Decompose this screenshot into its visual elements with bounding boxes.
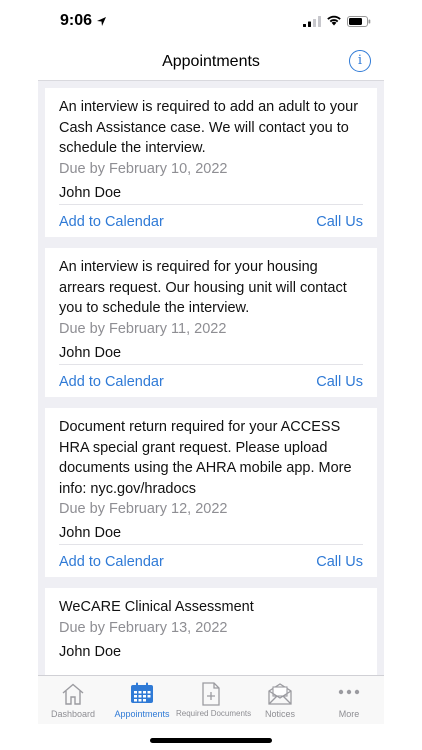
add-to-calendar-link[interactable]: Add to Calendar — [59, 554, 164, 570]
home-icon — [60, 682, 86, 711]
battery-icon — [347, 14, 371, 32]
card-actions: Add to Calendar Call Us — [59, 364, 363, 397]
appointment-due-date: Due by February 10, 2022 — [59, 160, 228, 177]
wifi-icon — [326, 13, 342, 31]
appointment-due-date: Due by February 13, 2022 — [59, 619, 228, 636]
appointment-title: An interview is required for your housin… — [59, 259, 347, 316]
call-us-link[interactable]: Call Us — [316, 374, 363, 390]
appointments-list[interactable]: An interview is required to add an adult… — [38, 81, 384, 675]
info-icon[interactable]: i — [349, 50, 371, 72]
appointment-card: Document return required for your ACCESS… — [45, 408, 377, 577]
status-time: 9:06 — [60, 12, 93, 29]
page-title: Appointments — [162, 53, 260, 70]
tab-more[interactable]: More — [314, 676, 384, 724]
appointment-card: WeCARE Clinical Assessment Due by Februa… — [45, 588, 377, 675]
location-arrow-icon — [96, 14, 107, 32]
tab-appointments[interactable]: Appointments — [108, 676, 176, 724]
call-us-link[interactable]: Call Us — [316, 554, 363, 570]
tab-dashboard[interactable]: Dashboard — [38, 676, 108, 724]
appointment-title: Document return required for your ACCESS… — [59, 419, 352, 497]
tab-bar: Dashboard Appointments Required Document… — [38, 675, 384, 724]
status-bar: 9:06 — [0, 0, 422, 44]
calendar-icon — [130, 682, 154, 709]
navigation-bar: Appointments i — [38, 44, 384, 81]
tab-required-documents[interactable]: Required Documents — [176, 676, 252, 724]
appointment-card: An interview is required to add an adult… — [45, 88, 377, 237]
tab-label: Required Documents — [176, 709, 252, 718]
appointment-person-name: John Doe — [59, 643, 122, 660]
appointment-due-date: Due by February 12, 2022 — [59, 501, 228, 517]
appointment-due-date: Due by February 11, 2022 — [59, 320, 227, 337]
appointment-title: An interview is required to add an adult… — [59, 99, 359, 156]
appointment-person-name: John Doe — [59, 525, 122, 541]
appointment-card: An interview is required for your housin… — [45, 248, 377, 397]
more-icon — [337, 682, 361, 711]
card-actions: Add to Calendar Call Us — [59, 544, 363, 577]
appointment-person-name: John Doe — [59, 344, 122, 361]
appointment-person-name: John Doe — [59, 184, 122, 201]
mail-icon — [267, 682, 293, 711]
tab-label: Dashboard — [50, 709, 96, 719]
card-actions: Add to Calendar Call Us — [59, 204, 363, 237]
call-us-link[interactable]: Call Us — [316, 214, 363, 230]
tab-label: More — [338, 709, 360, 719]
tab-label: Appointments — [114, 709, 170, 719]
appointment-title: WeCARE Clinical Assessment — [59, 599, 254, 615]
tab-label: Notices — [264, 709, 295, 719]
document-plus-icon — [201, 682, 221, 711]
add-to-calendar-link[interactable]: Add to Calendar — [59, 214, 164, 230]
tab-notices[interactable]: Notices — [246, 676, 314, 724]
cellular-signal-icon — [303, 14, 321, 32]
add-to-calendar-link[interactable]: Add to Calendar — [59, 374, 164, 390]
home-indicator — [150, 738, 272, 743]
